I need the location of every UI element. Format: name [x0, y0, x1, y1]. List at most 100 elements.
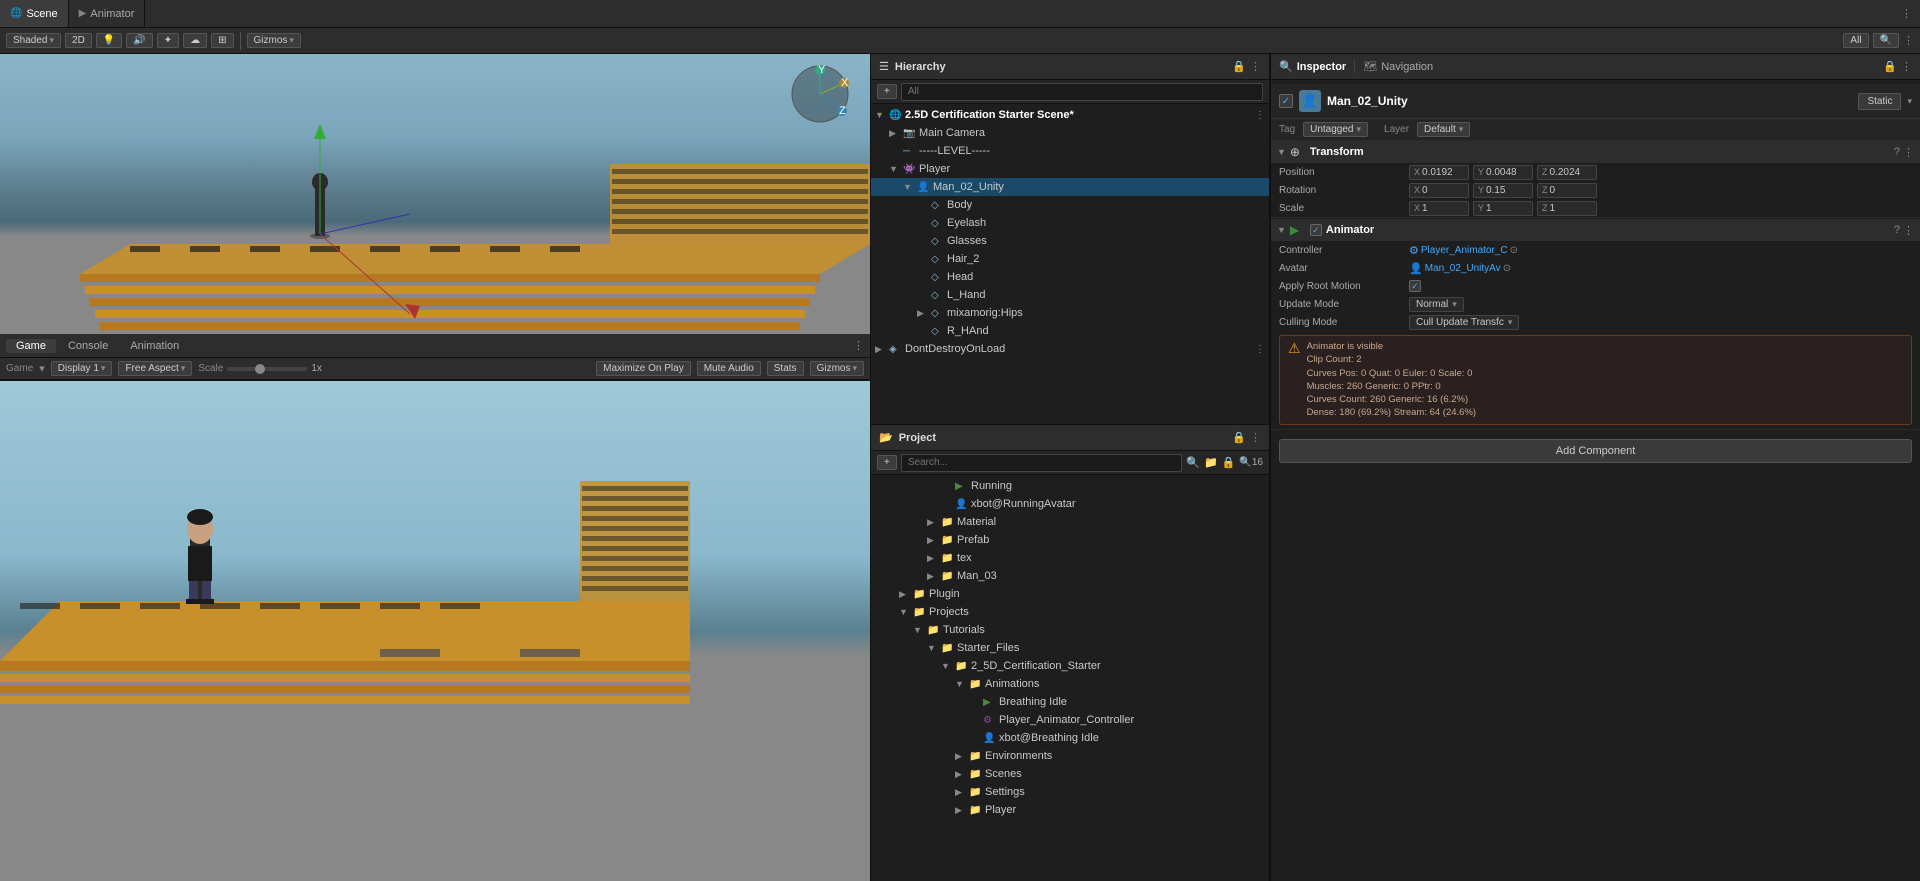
light-button[interactable]: 💡 [96, 33, 122, 48]
project-lock-icon[interactable]: 🔒 [1232, 431, 1246, 444]
grid-button[interactable]: ⊞ [211, 33, 233, 48]
controller-link[interactable]: ⚙ Player_Animator_C ⊙ [1409, 244, 1518, 257]
scale-slider-thumb[interactable] [255, 364, 265, 374]
inspector-more-icon[interactable]: ⋮ [1901, 60, 1912, 73]
position-y-field[interactable]: Y 0.0048 [1473, 165, 1533, 180]
project-animations[interactable]: ▼ 📁 Animations [871, 675, 1269, 693]
tab-game[interactable]: Game [6, 339, 56, 353]
scale-slider-track[interactable] [227, 367, 307, 371]
transform-more-icon[interactable]: ⋮ [1903, 146, 1914, 159]
avatar-select-icon[interactable]: ⊙ [1503, 263, 1511, 274]
stats-button[interactable]: Stats [767, 361, 804, 376]
static-dropdown-arrow[interactable]: ▾ [1907, 96, 1912, 107]
project-settings[interactable]: ▶ 📁 Settings [871, 783, 1269, 801]
project-lock2-icon[interactable]: 🔒 [1222, 456, 1236, 469]
position-x-field[interactable]: X 0.0192 [1409, 165, 1469, 180]
static-button[interactable]: Static [1858, 93, 1901, 110]
fx-button[interactable]: ✦ [157, 33, 179, 48]
hierarchy-more-icon[interactable]: ⋮ [1250, 60, 1261, 73]
project-running-avatar[interactable]: 👤 xbot@RunningAvatar [871, 495, 1269, 513]
add-component-button[interactable]: Add Component [1279, 439, 1912, 463]
navigation-tab[interactable]: 🗺 Navigation [1354, 60, 1433, 73]
2d-button[interactable]: 2D [65, 33, 92, 48]
game-dropdown-arrow[interactable]: ▾ [39, 362, 45, 375]
project-folder-icon[interactable]: 📁 [1204, 456, 1218, 469]
inspector-tab[interactable]: Inspector [1297, 61, 1347, 73]
hierarchy-search[interactable] [901, 83, 1263, 101]
project-breathing-idle[interactable]: ▶ Breathing Idle [871, 693, 1269, 711]
transform-header[interactable]: ▼ ⊕ Transform ? ⋮ [1271, 141, 1920, 163]
tree-eyelash[interactable]: ◇ Eyelash [871, 214, 1269, 232]
animator-comp-checkbox[interactable]: ✓ [1310, 224, 1322, 236]
controller-select-icon[interactable]: ⊙ [1510, 245, 1518, 256]
hierarchy-add-button[interactable]: + [877, 84, 897, 99]
culling-mode-dropdown[interactable]: Cull Update Transfc ▾ [1409, 315, 1519, 330]
object-active-checkbox[interactable]: ✓ [1279, 94, 1293, 108]
tree-rhand[interactable]: ◇ R_HAnd [871, 322, 1269, 340]
tree-dontdestroy[interactable]: ▶ ◈ DontDestroyOnLoad ⋮ [871, 340, 1269, 358]
project-search[interactable] [901, 454, 1182, 472]
scale-x-field[interactable]: X 1 [1409, 201, 1469, 216]
tree-body[interactable]: ◇ Body [871, 196, 1269, 214]
tree-hair2[interactable]: ◇ Hair_2 [871, 250, 1269, 268]
scale-z-field[interactable]: Z 1 [1537, 201, 1597, 216]
game-more-options[interactable]: ⋮ [853, 339, 864, 352]
project-man03[interactable]: ▶ 📁 Man_03 [871, 567, 1269, 585]
rotation-y-field[interactable]: Y 0.15 [1473, 183, 1533, 198]
update-mode-dropdown[interactable]: Normal ▾ [1409, 297, 1464, 312]
scene-more-options[interactable]: ⋮ [1903, 34, 1914, 47]
tree-main-camera[interactable]: ▶ 📷 Main Camera [871, 124, 1269, 142]
rotation-x-field[interactable]: X 0 [1409, 183, 1469, 198]
project-add-button[interactable]: + [877, 455, 897, 470]
scene-options-icon[interactable]: ⋮ [1901, 7, 1912, 20]
avatar-link[interactable]: 👤 Man_02_UnityAv ⊙ [1409, 262, 1511, 275]
project-tutorials[interactable]: ▼ 📁 Tutorials [871, 621, 1269, 639]
project-2-5d-starter[interactable]: ▼ 📁 2_5D_Certification_Starter [871, 657, 1269, 675]
gizmos-dropdown[interactable]: Gizmos ▾ [247, 33, 301, 48]
tree-lhand[interactable]: ◇ L_Hand [871, 286, 1269, 304]
hierarchy-lock-icon[interactable]: 🔒 [1232, 60, 1246, 73]
game-view[interactable] [0, 380, 870, 881]
tree-mixamorig[interactable]: ▶ ◇ mixamorig:Hips [871, 304, 1269, 322]
tag-dropdown[interactable]: Untagged ▾ [1303, 122, 1368, 137]
project-running[interactable]: ▶ Running [871, 477, 1269, 495]
shaded-dropdown[interactable]: Shaded ▾ [6, 33, 61, 48]
project-more-icon[interactable]: ⋮ [1250, 431, 1261, 444]
mute-audio[interactable]: Mute Audio [697, 361, 761, 376]
search-scene[interactable]: 🔍 [1873, 33, 1899, 48]
project-player-folder[interactable]: ▶ 📁 Player [871, 801, 1269, 819]
tree-level[interactable]: ─ -----LEVEL----- [871, 142, 1269, 160]
project-projects[interactable]: ▼ 📁 Projects [871, 603, 1269, 621]
scale-y-field[interactable]: Y 1 [1473, 201, 1533, 216]
display-dropdown[interactable]: Display 1 ▾ [51, 361, 113, 376]
project-material[interactable]: ▶ 📁 Material [871, 513, 1269, 531]
tree-scene-root[interactable]: ▼ 🌐 2.5D Certification Starter Scene* ⋮ [871, 106, 1269, 124]
animator-header[interactable]: ▼ ▶ ✓ Animator ? ⋮ [1271, 219, 1920, 241]
project-scenes[interactable]: ▶ 📁 Scenes [871, 765, 1269, 783]
project-player-animator[interactable]: ⚙ Player_Animator_Controller [871, 711, 1269, 729]
project-prefab[interactable]: ▶ 📁 Prefab [871, 531, 1269, 549]
tab-scene[interactable]: 🌐 Scene [0, 0, 69, 27]
scene-view[interactable]: Y X Z [0, 54, 870, 334]
navigation-gizmo[interactable]: Y X Z [790, 64, 850, 124]
animator-help-icon[interactable]: ? [1894, 224, 1900, 237]
project-xbot-breathing[interactable]: 👤 xbot@Breathing Idle [871, 729, 1269, 747]
maximize-on-play[interactable]: Maximize On Play [596, 361, 691, 376]
animator-more-icon[interactable]: ⋮ [1903, 224, 1914, 237]
project-environments[interactable]: ▶ 📁 Environments [871, 747, 1269, 765]
dontdestroy-options[interactable]: ⋮ [1255, 344, 1265, 355]
aspect-dropdown[interactable]: Free Aspect ▾ [118, 361, 192, 376]
tab-console[interactable]: Console [58, 339, 118, 353]
skybox-button[interactable]: ☁ [183, 33, 207, 48]
root-motion-checkbox[interactable]: ✓ [1409, 280, 1421, 292]
scene-root-options[interactable]: ⋮ [1255, 110, 1265, 121]
audio-button[interactable]: 🔊 [126, 33, 152, 48]
tree-man-02-unity[interactable]: ▼ 👤 Man_02_Unity [871, 178, 1269, 196]
tab-animation[interactable]: Animation [120, 339, 189, 353]
all-filter[interactable]: All [1843, 33, 1868, 48]
project-search-icon[interactable]: 🔍 [1186, 456, 1200, 469]
position-z-field[interactable]: Z 0.2024 [1537, 165, 1597, 180]
tree-player[interactable]: ▼ 👾 Player [871, 160, 1269, 178]
tree-glasses[interactable]: ◇ Glasses [871, 232, 1269, 250]
layer-dropdown[interactable]: Default ▾ [1417, 122, 1470, 137]
